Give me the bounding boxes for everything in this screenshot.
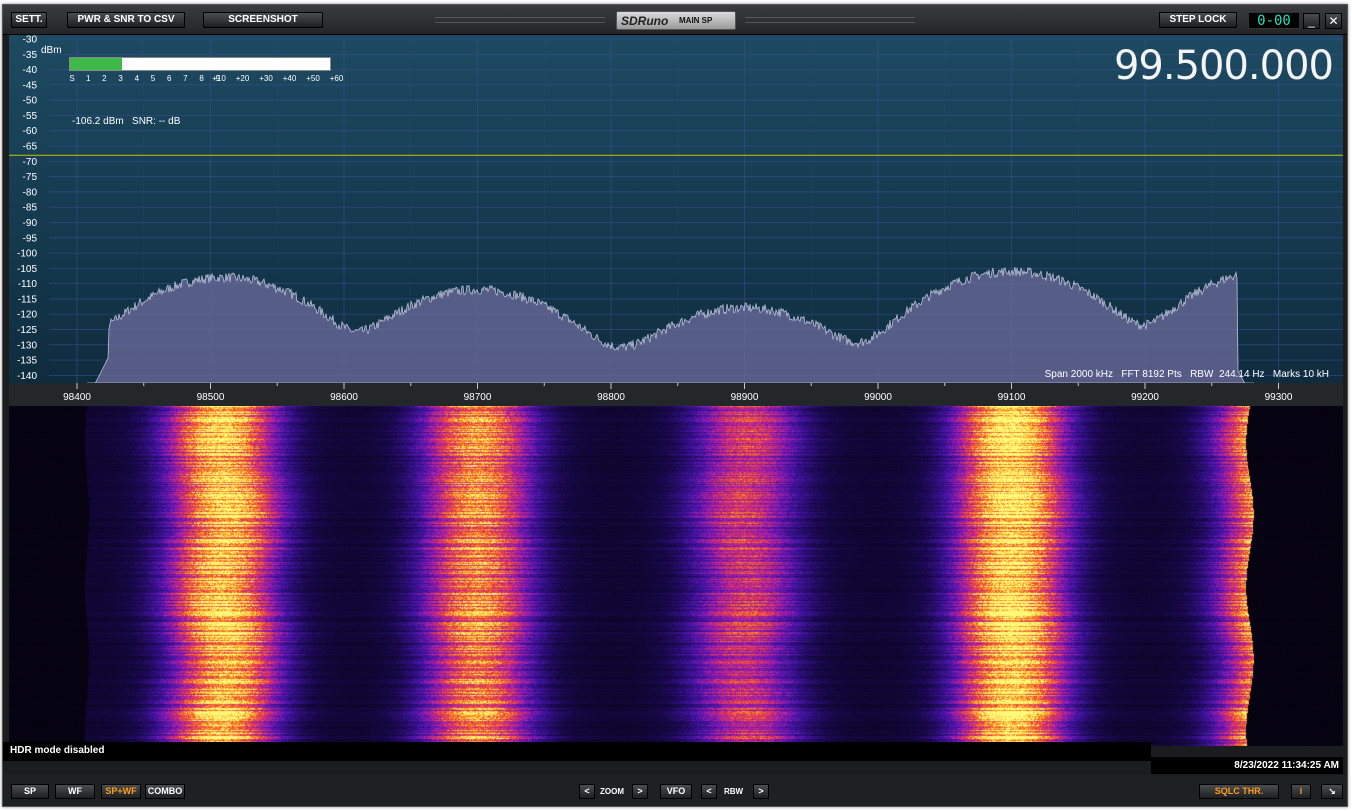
y-axis-tick-label: -55 [23,111,38,122]
vfo-frequency-display[interactable]: 99.500.000 [1114,43,1334,89]
y-axis-tick-label: -35 [23,50,38,61]
x-axis-tick-label: 98600 [330,392,358,403]
s-meter-scale: S 1 2 3 4 5 6 7 8 9 +10 +20 +30 +40 +50 +60 [69,74,343,84]
y-axis-tick-label: -60 [23,126,38,137]
y-axis-tick-label: -100 [17,249,37,260]
title-bar: SETT. PWR & SNR TO CSV SCREENSHOT SDRuno… [3,5,1347,35]
smeter-scale-label: +20 [235,74,250,83]
rbw-up-button[interactable]: > [753,784,769,799]
y-axis-tick-label: -70 [23,157,38,168]
y-axis-tick-label: -115 [18,294,38,305]
y-axis-tick-label: -105 [17,264,37,275]
window-title-text: MAIN SP [679,16,713,25]
s-meter [69,57,331,71]
s-meter-fill [70,58,122,70]
y-axis-tick-label: -90 [23,218,38,229]
sqlc-threshold-button[interactable]: SQLC THR. [1199,784,1279,799]
sp-mode-button[interactable]: SP [11,784,49,799]
vfo-button[interactable]: VFO [660,784,692,799]
timestamp: 8/23/2022 11:34:25 AM [1151,757,1343,774]
sdruno-logo: SDRuno [621,14,669,28]
y-axis-tick-label: -45 [23,80,38,91]
wf-mode-button[interactable]: WF [55,784,95,799]
x-axis-tick-label: 99000 [864,392,892,403]
x-axis-tick-label: 98900 [731,392,759,403]
zoom-label: ZOOM [600,787,624,796]
spectrum-plot[interactable]: -30 -35 -40 -45 -50 -55 -60 -65 -70 -75 -80 -85 -90 -… [9,35,1343,406]
sdruno-main-sp-window: SETT. PWR & SNR TO CSV SCREENSHOT SDRuno… [2,4,1348,807]
zoom-in-button[interactable]: > [632,784,648,799]
smeter-scale-label: +10 [212,74,226,83]
smeter-scale-label: S [69,74,75,83]
x-axis-tick-label: 98700 [464,392,492,403]
y-axis-tick-label: -80 [23,187,38,198]
y-axis-tick-label: -140 [17,371,37,382]
y-axis-tick-label: -135 [17,356,37,367]
level-readout: -106.2 dBm SNR: -- dB [72,116,181,127]
bottom-toolbar: SP WF SP+WF COMBO < ZOOM > VFO < RBW > S… [3,775,1347,806]
x-axis-tick-label: 99100 [998,392,1026,403]
y-axis-tick-label: -50 [23,96,38,107]
drag-grip-right[interactable] [745,17,915,23]
smeter-scale-label: +40 [282,74,297,83]
step-display: 0-00 [1248,12,1300,29]
spectrum-panel[interactable]: -30 -35 -40 -45 -50 -55 -60 -65 -70 -75 -80 -85 -90 -… [9,35,1343,406]
rbw-label: RBW [724,787,744,796]
y-axis-tick-label: -130 [17,340,37,351]
waterfall-image[interactable] [9,406,1343,746]
x-axis-tick-label: 99300 [1265,392,1293,403]
rbw-down-button[interactable]: < [701,784,717,799]
fft-info: Span 2000 kHz FFT 8192 Pts RBW 244.14 Hz… [1044,369,1329,380]
smeter-scale-label: 7 [183,74,188,83]
smeter-scale-label: +60 [329,74,344,83]
y-axis-tick-label: -30 [23,35,38,46]
smeter-scale-label: +50 [306,74,320,83]
y-axis-tick-label: -95 [23,233,38,244]
zoom-out-button[interactable]: < [579,784,595,799]
info-button[interactable]: i [1291,784,1311,799]
smeter-scale-label: 4 [134,74,140,83]
y-axis-tick-label: -85 [23,203,38,214]
y-axis-tick-label: -110 [18,279,38,290]
screenshot-button[interactable]: SCREENSHOT [203,12,323,28]
y-axis-tick-label: -65 [23,142,38,153]
window-title: SDRuno MAIN SP [616,11,736,30]
minimize-icon[interactable]: _ [1303,13,1320,29]
smeter-scale-label: 5 [150,74,156,83]
resize-icon[interactable]: ↘ [1321,784,1343,799]
y-axis-tick-label: -75 [23,172,38,183]
waterfall-panel[interactable] [9,406,1343,746]
hdr-status-bar [3,742,1151,761]
dbm-unit-label: dBm [41,45,62,56]
drag-grip-left[interactable] [435,17,605,23]
smeter-scale-label: 3 [118,74,123,83]
smeter-scale-label: 2 [102,74,107,83]
y-axis-tick-label: -120 [17,310,37,321]
x-axis-tick-label: 99200 [1131,392,1159,403]
sp-wf-mode-button[interactable]: SP+WF [101,784,141,799]
settings-button[interactable]: SETT. [11,12,47,28]
x-axis-tick-label: 98400 [63,392,91,403]
x-axis-tick-label: 98500 [197,392,225,403]
step-lock-button[interactable]: STEP LOCK [1159,12,1237,28]
smeter-scale-label: 6 [166,74,172,83]
x-axis-tick-label: 98800 [597,392,625,403]
smeter-scale-label: +30 [259,74,273,83]
hdr-status-text: HDR mode disabled [10,745,105,756]
smeter-scale-label: 8 [199,74,204,83]
y-axis-tick-label: -40 [23,65,38,76]
combo-mode-button[interactable]: COMBO [145,784,185,799]
smeter-scale-label: 1 [85,74,91,83]
close-icon[interactable]: ✕ [1325,13,1342,29]
y-axis-tick-label: -125 [17,325,37,336]
pwr-snr-csv-button[interactable]: PWR & SNR TO CSV [67,12,185,28]
